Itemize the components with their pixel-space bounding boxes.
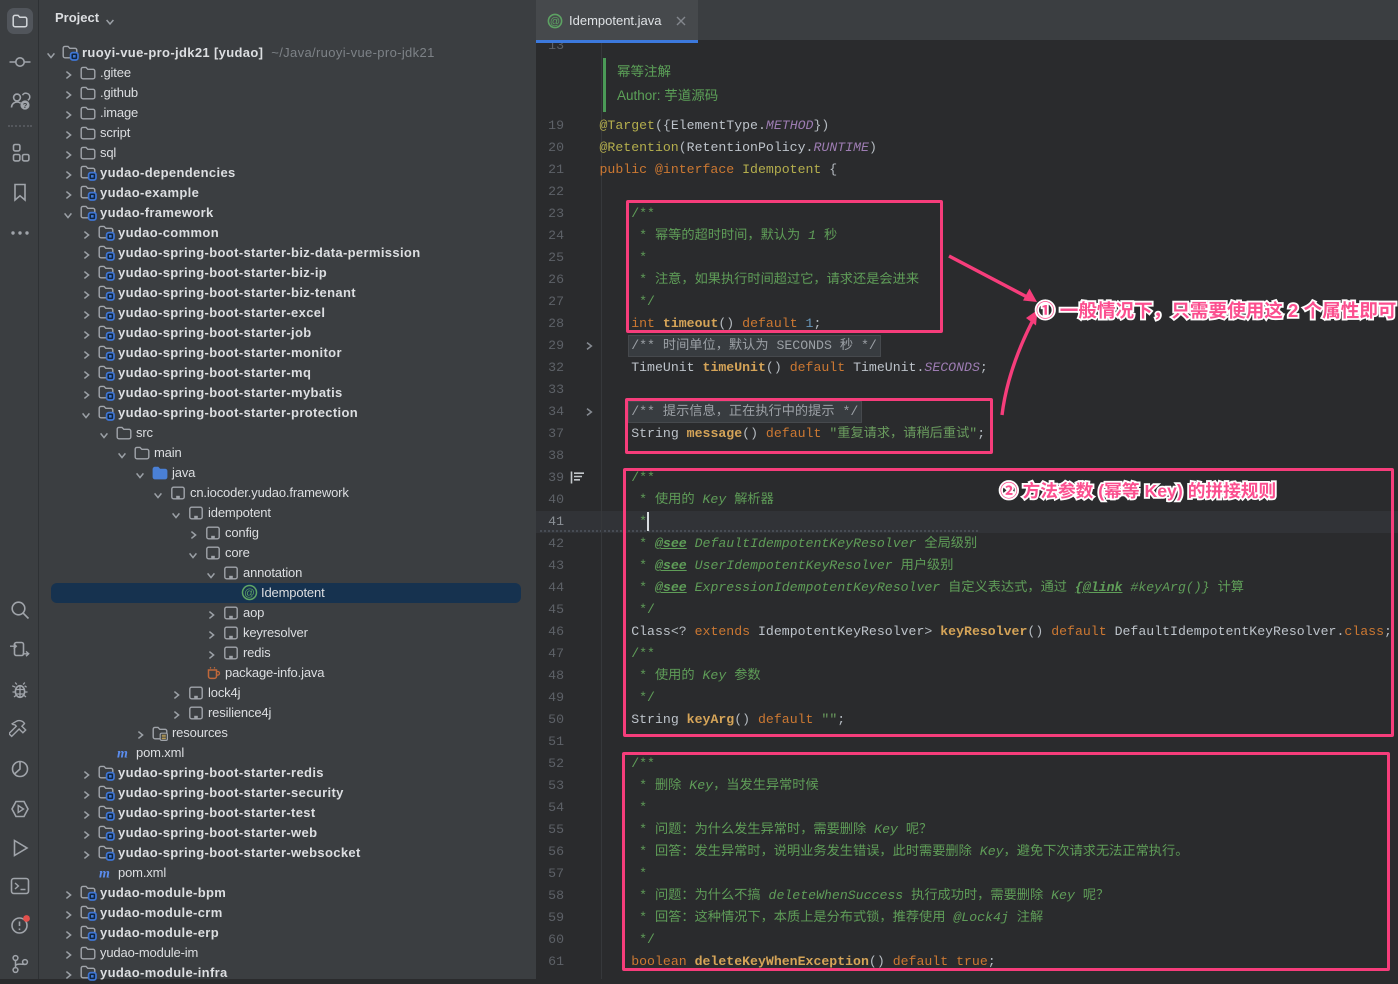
svg-text:@: @ [244,587,255,599]
svg-text:@: @ [550,17,560,28]
svg-text:m: m [117,747,128,762]
svg-text:m: m [99,867,110,882]
